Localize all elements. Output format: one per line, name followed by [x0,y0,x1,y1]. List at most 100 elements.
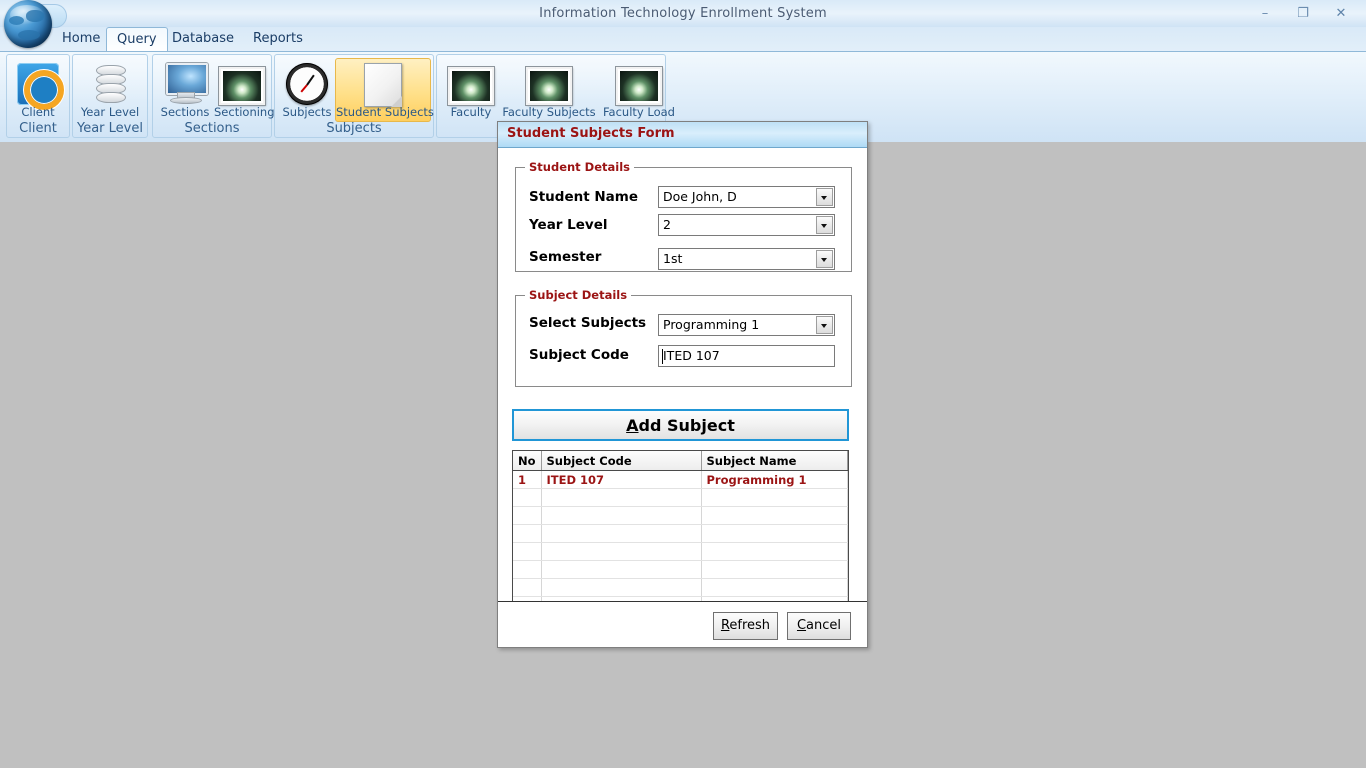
add-subject-accel: A [626,416,638,435]
ribbon-group-label-sections: Sections [153,121,271,136]
globe-icon[interactable] [4,0,60,48]
table-cell-empty[interactable] [541,489,701,507]
picture-icon [616,67,662,105]
ribbon-item-sectioning[interactable]: Sectioning [213,58,271,122]
picture-icon [448,67,494,105]
student-subjects-dialog: Student Subjects Form Student Details St… [497,121,868,648]
subject-code-label: Subject Code [529,347,629,363]
ribbon-group-sections: Sections Sectioning Sections [152,54,272,138]
table-cell-empty[interactable] [513,543,541,561]
ribbon-item-label: Faculty Load [598,105,680,119]
ribbon-group-subjects: Subjects Student Subjects Subjects [274,54,434,138]
cancel-button[interactable]: Cancel [787,612,851,640]
refresh-button[interactable]: Refresh [713,612,778,640]
column-header-subject-code[interactable]: Subject Code [541,451,701,471]
column-header-subject-name[interactable]: Subject Name [701,451,848,471]
table-row-empty[interactable] [513,543,848,561]
subject-code-input[interactable]: ITED 107 [658,345,835,367]
tab-query[interactable]: Query [106,27,168,52]
table-row-empty[interactable] [513,489,848,507]
table-cell-empty[interactable] [541,579,701,597]
table-cell-empty[interactable] [701,579,848,597]
table-cell[interactable]: ITED 107 [541,471,701,489]
close-icon[interactable]: ✕ [1330,4,1352,23]
table-cell-empty[interactable] [541,561,701,579]
ribbon-item-subjects[interactable]: Subjects [279,58,335,122]
subject-details-groupbox: Subject Details [515,295,852,387]
ribbon-item-label: Faculty Subjects [502,105,596,119]
ribbon-item-label: Client [12,105,64,119]
semester-value: 1st [663,251,682,266]
table-cell-empty[interactable] [541,507,701,525]
ribbon-item-faculty-subjects[interactable]: Faculty Subjects [501,58,597,122]
dialog-title: Student Subjects Form [507,126,675,141]
ribbon-item-faculty[interactable]: Faculty [441,58,501,122]
table-header-row: No Subject Code Subject Name [513,451,848,471]
ribbon-item-label: Sectioning [214,105,270,119]
semester-label: Semester [529,249,601,265]
minimize-icon[interactable]: – [1254,4,1276,23]
table-cell-empty[interactable] [701,525,848,543]
column-header-no[interactable]: No [513,451,541,471]
student-name-value: Doe John, D [663,189,737,204]
ribbon-group-label-client: Client [7,121,69,136]
table-cell-empty[interactable] [701,507,848,525]
table-cell-empty[interactable] [701,561,848,579]
year-level-value: 2 [663,217,671,232]
maximize-icon[interactable]: ❐ [1292,4,1314,23]
table-cell-empty[interactable] [541,525,701,543]
table-row-empty[interactable] [513,525,848,543]
globe-orb [4,0,52,48]
ribbon-item-label: Subjects [280,105,334,119]
table-row-empty[interactable] [513,579,848,597]
table-row-empty[interactable] [513,561,848,579]
ribbon-item-year-level[interactable]: Year Level [77,58,143,122]
chevron-down-icon[interactable] [816,316,833,334]
monitor-icon [164,63,206,103]
table-cell-empty[interactable] [541,543,701,561]
ribbon-item-faculty-load[interactable]: Faculty Load [597,58,681,122]
student-name-combo[interactable]: Doe John, D [658,186,835,208]
subject-details-legend: Subject Details [525,288,631,302]
tab-database[interactable]: Database [162,27,244,51]
ribbon-item-student-subjects[interactable]: Student Subjects [335,58,431,122]
table-cell[interactable]: 1 [513,471,541,489]
add-subject-rest: dd Subject [639,416,735,435]
subjects-grid[interactable]: No Subject Code Subject Name 1ITED 107Pr… [512,450,849,617]
ribbon-item-label: Year Level [78,105,142,119]
chevron-down-icon[interactable] [816,216,833,234]
tab-home[interactable]: Home [52,27,110,51]
subjects-table: No Subject Code Subject Name 1ITED 107Pr… [513,451,848,617]
ribbon-group-client: Client Client [6,54,70,138]
ribbon-item-label: Faculty [442,105,500,119]
chevron-down-icon[interactable] [816,250,833,268]
table-cell-empty[interactable] [701,489,848,507]
table-row[interactable]: 1ITED 107Programming 1 [513,471,848,489]
chevron-down-icon[interactable] [816,188,833,206]
dialog-body: Student Details Student Name Doe John, D… [498,148,867,621]
dialog-titlebar: Student Subjects Form [498,122,867,148]
semester-combo[interactable]: 1st [658,248,835,270]
lifebuoy-icon [17,63,59,105]
table-cell-empty[interactable] [513,489,541,507]
subject-code-value: ITED 107 [663,348,720,363]
table-cell-empty[interactable] [513,561,541,579]
cancel-accel: C [797,618,806,633]
table-row-empty[interactable] [513,507,848,525]
table-cell[interactable]: Programming 1 [701,471,848,489]
select-subjects-label: Select Subjects [529,315,646,331]
document-icon [364,63,402,107]
select-subjects-combo[interactable]: Programming 1 [658,314,835,336]
table-cell-empty[interactable] [513,525,541,543]
table-cell-empty[interactable] [513,579,541,597]
clock-icon [286,63,328,105]
table-cell-empty[interactable] [513,507,541,525]
tab-reports[interactable]: Reports [243,27,313,51]
year-level-combo[interactable]: 2 [658,214,835,236]
add-subject-button[interactable]: Add Subject [512,409,849,441]
dialog-footer: Refresh Cancel [498,601,867,647]
student-details-legend: Student Details [525,160,634,174]
table-cell-empty[interactable] [701,543,848,561]
ribbon-item-sections[interactable]: Sections [157,58,213,122]
ribbon-item-client[interactable]: Client [11,58,65,122]
